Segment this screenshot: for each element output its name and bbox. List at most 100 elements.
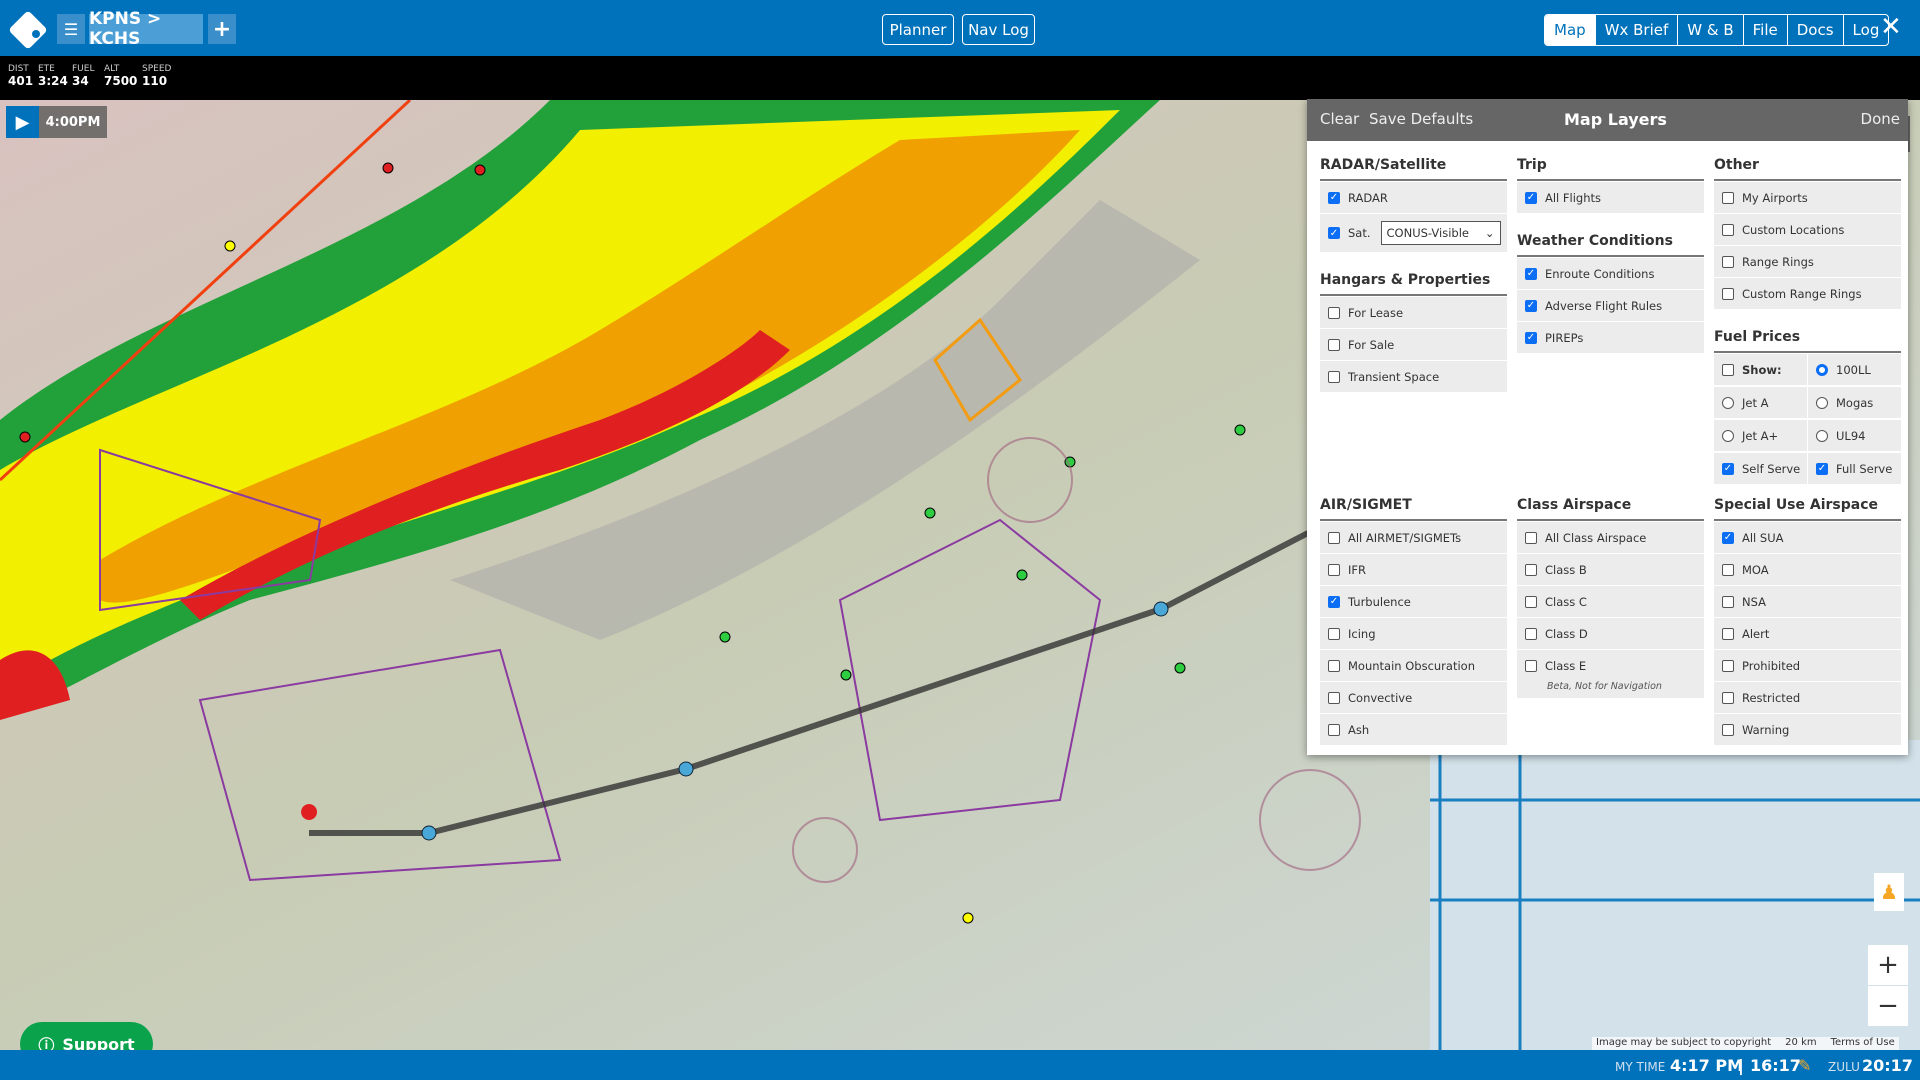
checkbox[interactable] [1722, 659, 1734, 672]
layer-item[interactable]: All AIRMET/SIGMETs [1320, 522, 1507, 553]
layer-item[interactable]: Class D [1517, 618, 1704, 649]
layer-item[interactable]: ✓ Turbulence [1320, 586, 1507, 617]
layer-satellite[interactable]: ✓ Sat. CONUS-Visible ⌄ [1320, 214, 1507, 252]
zoom-out-button[interactable]: − [1868, 986, 1908, 1026]
checkbox[interactable] [1328, 723, 1340, 736]
satellite-select[interactable]: CONUS-Visible ⌄ [1380, 221, 1501, 245]
layer-item[interactable]: For Lease [1320, 297, 1507, 328]
tab-file[interactable]: File [1742, 15, 1787, 45]
checkbox[interactable] [1328, 306, 1340, 319]
checkbox[interactable]: ✓ [1328, 227, 1340, 239]
radio[interactable] [1722, 429, 1734, 442]
layer-item[interactable]: Range Rings [1714, 246, 1901, 277]
play-button[interactable]: ▶ [6, 106, 39, 138]
layer-item[interactable]: All Class Airspace [1517, 522, 1704, 553]
layer-item[interactable]: NSA [1714, 586, 1901, 617]
checkbox[interactable]: ✓ [1525, 191, 1537, 204]
tab-docs[interactable]: Docs [1786, 15, 1843, 45]
checkbox[interactable] [1525, 659, 1537, 672]
app-logo[interactable] [6, 8, 50, 52]
radio[interactable] [1816, 429, 1828, 442]
layer-item[interactable]: Icing [1320, 618, 1507, 649]
fuel-jet-a-plus[interactable]: Jet A+ [1714, 420, 1807, 451]
layer-item[interactable]: Custom Range Rings [1714, 278, 1901, 309]
layer-item[interactable]: ✓ Enroute Conditions [1517, 258, 1704, 289]
street-view-pegman-icon[interactable]: ♟ [1874, 873, 1904, 911]
fuel-mogas[interactable]: Mogas [1808, 387, 1901, 418]
checkbox[interactable]: ✓ [1525, 331, 1537, 344]
checkbox[interactable] [1525, 531, 1537, 544]
checkbox[interactable] [1722, 691, 1734, 704]
layer-item[interactable]: ✓ PIREPs [1517, 322, 1704, 353]
checkbox[interactable] [1722, 563, 1734, 576]
zoom-in-button[interactable]: + [1868, 945, 1908, 985]
layer-item[interactable]: ✓ All Flights [1517, 182, 1704, 213]
done-button[interactable]: Done [1861, 110, 1900, 128]
checkbox[interactable] [1722, 191, 1734, 204]
fuel-self-serve[interactable]: ✓ Self Serve [1714, 453, 1807, 484]
fuel-show[interactable]: Show: [1714, 354, 1807, 385]
layer-item[interactable]: IFR [1320, 554, 1507, 585]
checkbox[interactable] [1525, 627, 1537, 640]
checkbox[interactable] [1722, 255, 1734, 268]
checkbox[interactable] [1722, 723, 1734, 736]
layer-item[interactable]: My Airports [1714, 182, 1901, 213]
checkbox[interactable]: ✓ [1525, 267, 1537, 280]
checkbox[interactable] [1328, 338, 1340, 351]
checkbox[interactable]: ✓ [1722, 462, 1734, 475]
checkbox[interactable] [1722, 595, 1734, 608]
route-button[interactable]: KPNS > KCHS [89, 9, 203, 49]
layer-radar[interactable]: ✓ RADAR [1320, 182, 1507, 213]
radio[interactable] [1722, 396, 1734, 409]
layer-item[interactable]: Ash [1320, 714, 1507, 745]
checkbox[interactable] [1328, 691, 1340, 704]
layer-item[interactable]: ✓ All SUA [1714, 522, 1901, 553]
layer-item[interactable]: Class E [1517, 650, 1704, 681]
fuel-100ll[interactable]: 100LL [1808, 354, 1901, 385]
checkbox[interactable]: ✓ [1525, 299, 1537, 312]
add-route-button[interactable]: + [208, 14, 236, 44]
checkbox[interactable] [1722, 627, 1734, 640]
radio[interactable] [1816, 363, 1828, 376]
layer-item[interactable]: ✓ Adverse Flight Rules [1517, 290, 1704, 321]
tab-wx-brief[interactable]: Wx Brief [1594, 15, 1678, 45]
navlog-button[interactable]: Nav Log [962, 14, 1035, 45]
layer-item[interactable]: Warning [1714, 714, 1901, 745]
checkbox[interactable] [1328, 659, 1340, 672]
checkbox[interactable] [1328, 370, 1340, 383]
terms-link[interactable]: Terms of Use [1831, 1037, 1895, 1050]
tab-wb[interactable]: W & B [1677, 15, 1742, 45]
checkbox[interactable]: ✓ [1328, 191, 1340, 204]
tab-map[interactable]: Map [1545, 15, 1595, 45]
planner-button[interactable]: Planner [882, 14, 954, 45]
layer-item[interactable]: Custom Locations [1714, 214, 1901, 245]
checkbox[interactable]: ✓ [1722, 531, 1734, 544]
layer-item[interactable]: Alert [1714, 618, 1901, 649]
fuel-jet-a[interactable]: Jet A [1714, 387, 1807, 418]
menu-button[interactable]: ☰ [57, 14, 85, 44]
radio[interactable] [1816, 396, 1828, 409]
fuel-full-serve[interactable]: ✓ Full Serve [1808, 453, 1901, 484]
checkbox[interactable]: ✓ [1816, 462, 1828, 475]
clear-button[interactable]: Clear [1320, 110, 1359, 128]
pencil-icon[interactable]: ✎ [1798, 1056, 1811, 1075]
layer-item[interactable]: Prohibited [1714, 650, 1901, 681]
checkbox[interactable] [1722, 363, 1734, 376]
checkbox[interactable] [1525, 595, 1537, 608]
layer-item[interactable]: Convective [1320, 682, 1507, 713]
checkbox[interactable] [1328, 531, 1340, 544]
checkbox[interactable] [1328, 627, 1340, 640]
fuel-ul94[interactable]: UL94 [1808, 420, 1901, 451]
close-icon[interactable]: ✕ [1880, 12, 1902, 42]
save-defaults-button[interactable]: Save Defaults [1369, 110, 1473, 128]
layer-item[interactable]: Mountain Obscuration [1320, 650, 1507, 681]
layer-item[interactable]: Restricted [1714, 682, 1901, 713]
layer-item[interactable]: For Sale [1320, 329, 1507, 360]
checkbox[interactable] [1722, 223, 1734, 236]
checkbox[interactable] [1525, 563, 1537, 576]
layer-item[interactable]: Class C [1517, 586, 1704, 617]
checkbox[interactable] [1722, 287, 1734, 300]
layer-item[interactable]: Class B [1517, 554, 1704, 585]
layer-item[interactable]: MOA [1714, 554, 1901, 585]
checkbox[interactable] [1328, 563, 1340, 576]
